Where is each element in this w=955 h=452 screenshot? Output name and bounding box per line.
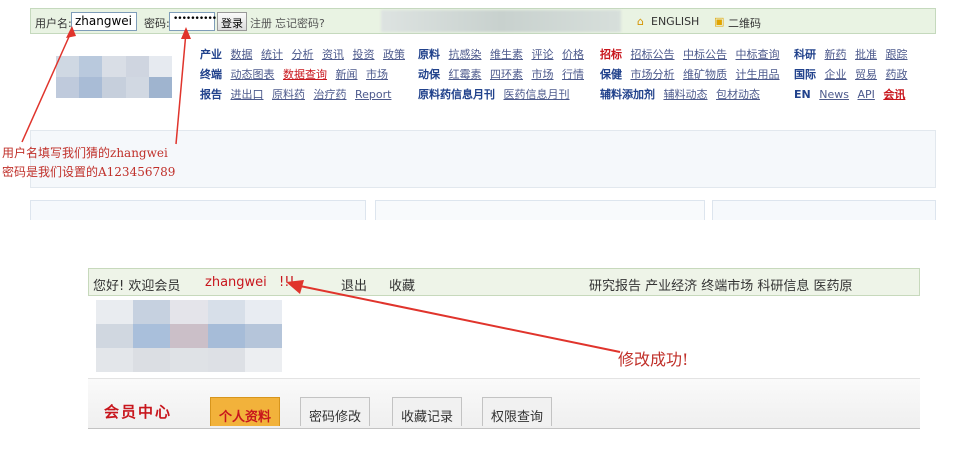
member-center-title: 会员中心 [104,403,173,421]
arrow-head-icon [286,280,304,294]
tab-strip: 个人资料 密码修改 收藏记录 权限查询 [210,397,610,429]
arrow-to-welcome [299,285,621,353]
member-tabs-bar: 会员中心 个人资料 密码修改 收藏记录 权限查询 [88,378,920,429]
tab-permissions[interactable]: 权限查询 [482,397,553,426]
tab-password-change[interactable]: 密码修改 [300,397,371,426]
tab-favorites[interactable]: 收藏记录 [392,397,463,426]
tab-divider [88,428,920,429]
tab-personal-info[interactable]: 个人资料 [210,397,281,426]
